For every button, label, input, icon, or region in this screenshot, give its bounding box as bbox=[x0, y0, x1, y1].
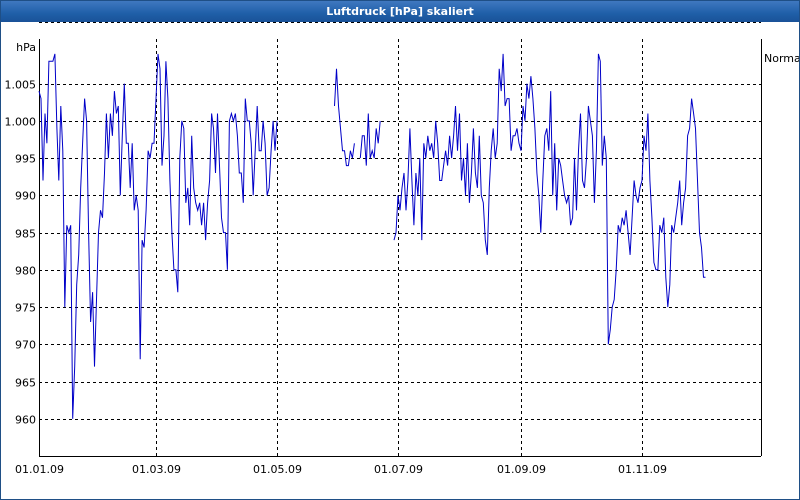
pressure-series-line bbox=[334, 68, 355, 167]
y-tick-label: 985 bbox=[15, 228, 36, 241]
y-tick-label: 970 bbox=[15, 339, 36, 352]
pressure-series-line bbox=[393, 53, 706, 345]
normal-reference-label: Normal bbox=[764, 52, 799, 65]
x-tick-label: 01.11.09 bbox=[618, 463, 667, 476]
pressure-series-line bbox=[38, 53, 278, 419]
x-tick-label: 01.05.09 bbox=[253, 463, 302, 476]
y-axis-label: hPa bbox=[16, 41, 36, 54]
y-tick-label: 960 bbox=[15, 414, 36, 427]
y-tick-label: 965 bbox=[15, 377, 36, 390]
x-tick-label: 01.09.09 bbox=[497, 463, 546, 476]
y-tick-label: 980 bbox=[15, 265, 36, 278]
x-tick-label: 01.03.09 bbox=[132, 463, 181, 476]
chart-plot: 960 965 970 975 980 985 990 995 1.000 1.005 Normal… bbox=[5, 22, 799, 476]
y-tick-label: 1.000 bbox=[5, 116, 37, 129]
y-tick-label: 990 bbox=[15, 190, 36, 203]
x-tick-label: 01.01.09 bbox=[15, 463, 64, 476]
y-tick-label: 995 bbox=[15, 153, 36, 166]
y-tick-label: 975 bbox=[15, 302, 36, 315]
y-tick-label: 1.005 bbox=[5, 79, 37, 92]
chart-window: Luftdruck [hPa] skaliert 960 965 970 975 980… bbox=[0, 0, 800, 500]
series-line-group bbox=[38, 53, 706, 419]
x-tick-label: 01.07.09 bbox=[374, 463, 423, 476]
